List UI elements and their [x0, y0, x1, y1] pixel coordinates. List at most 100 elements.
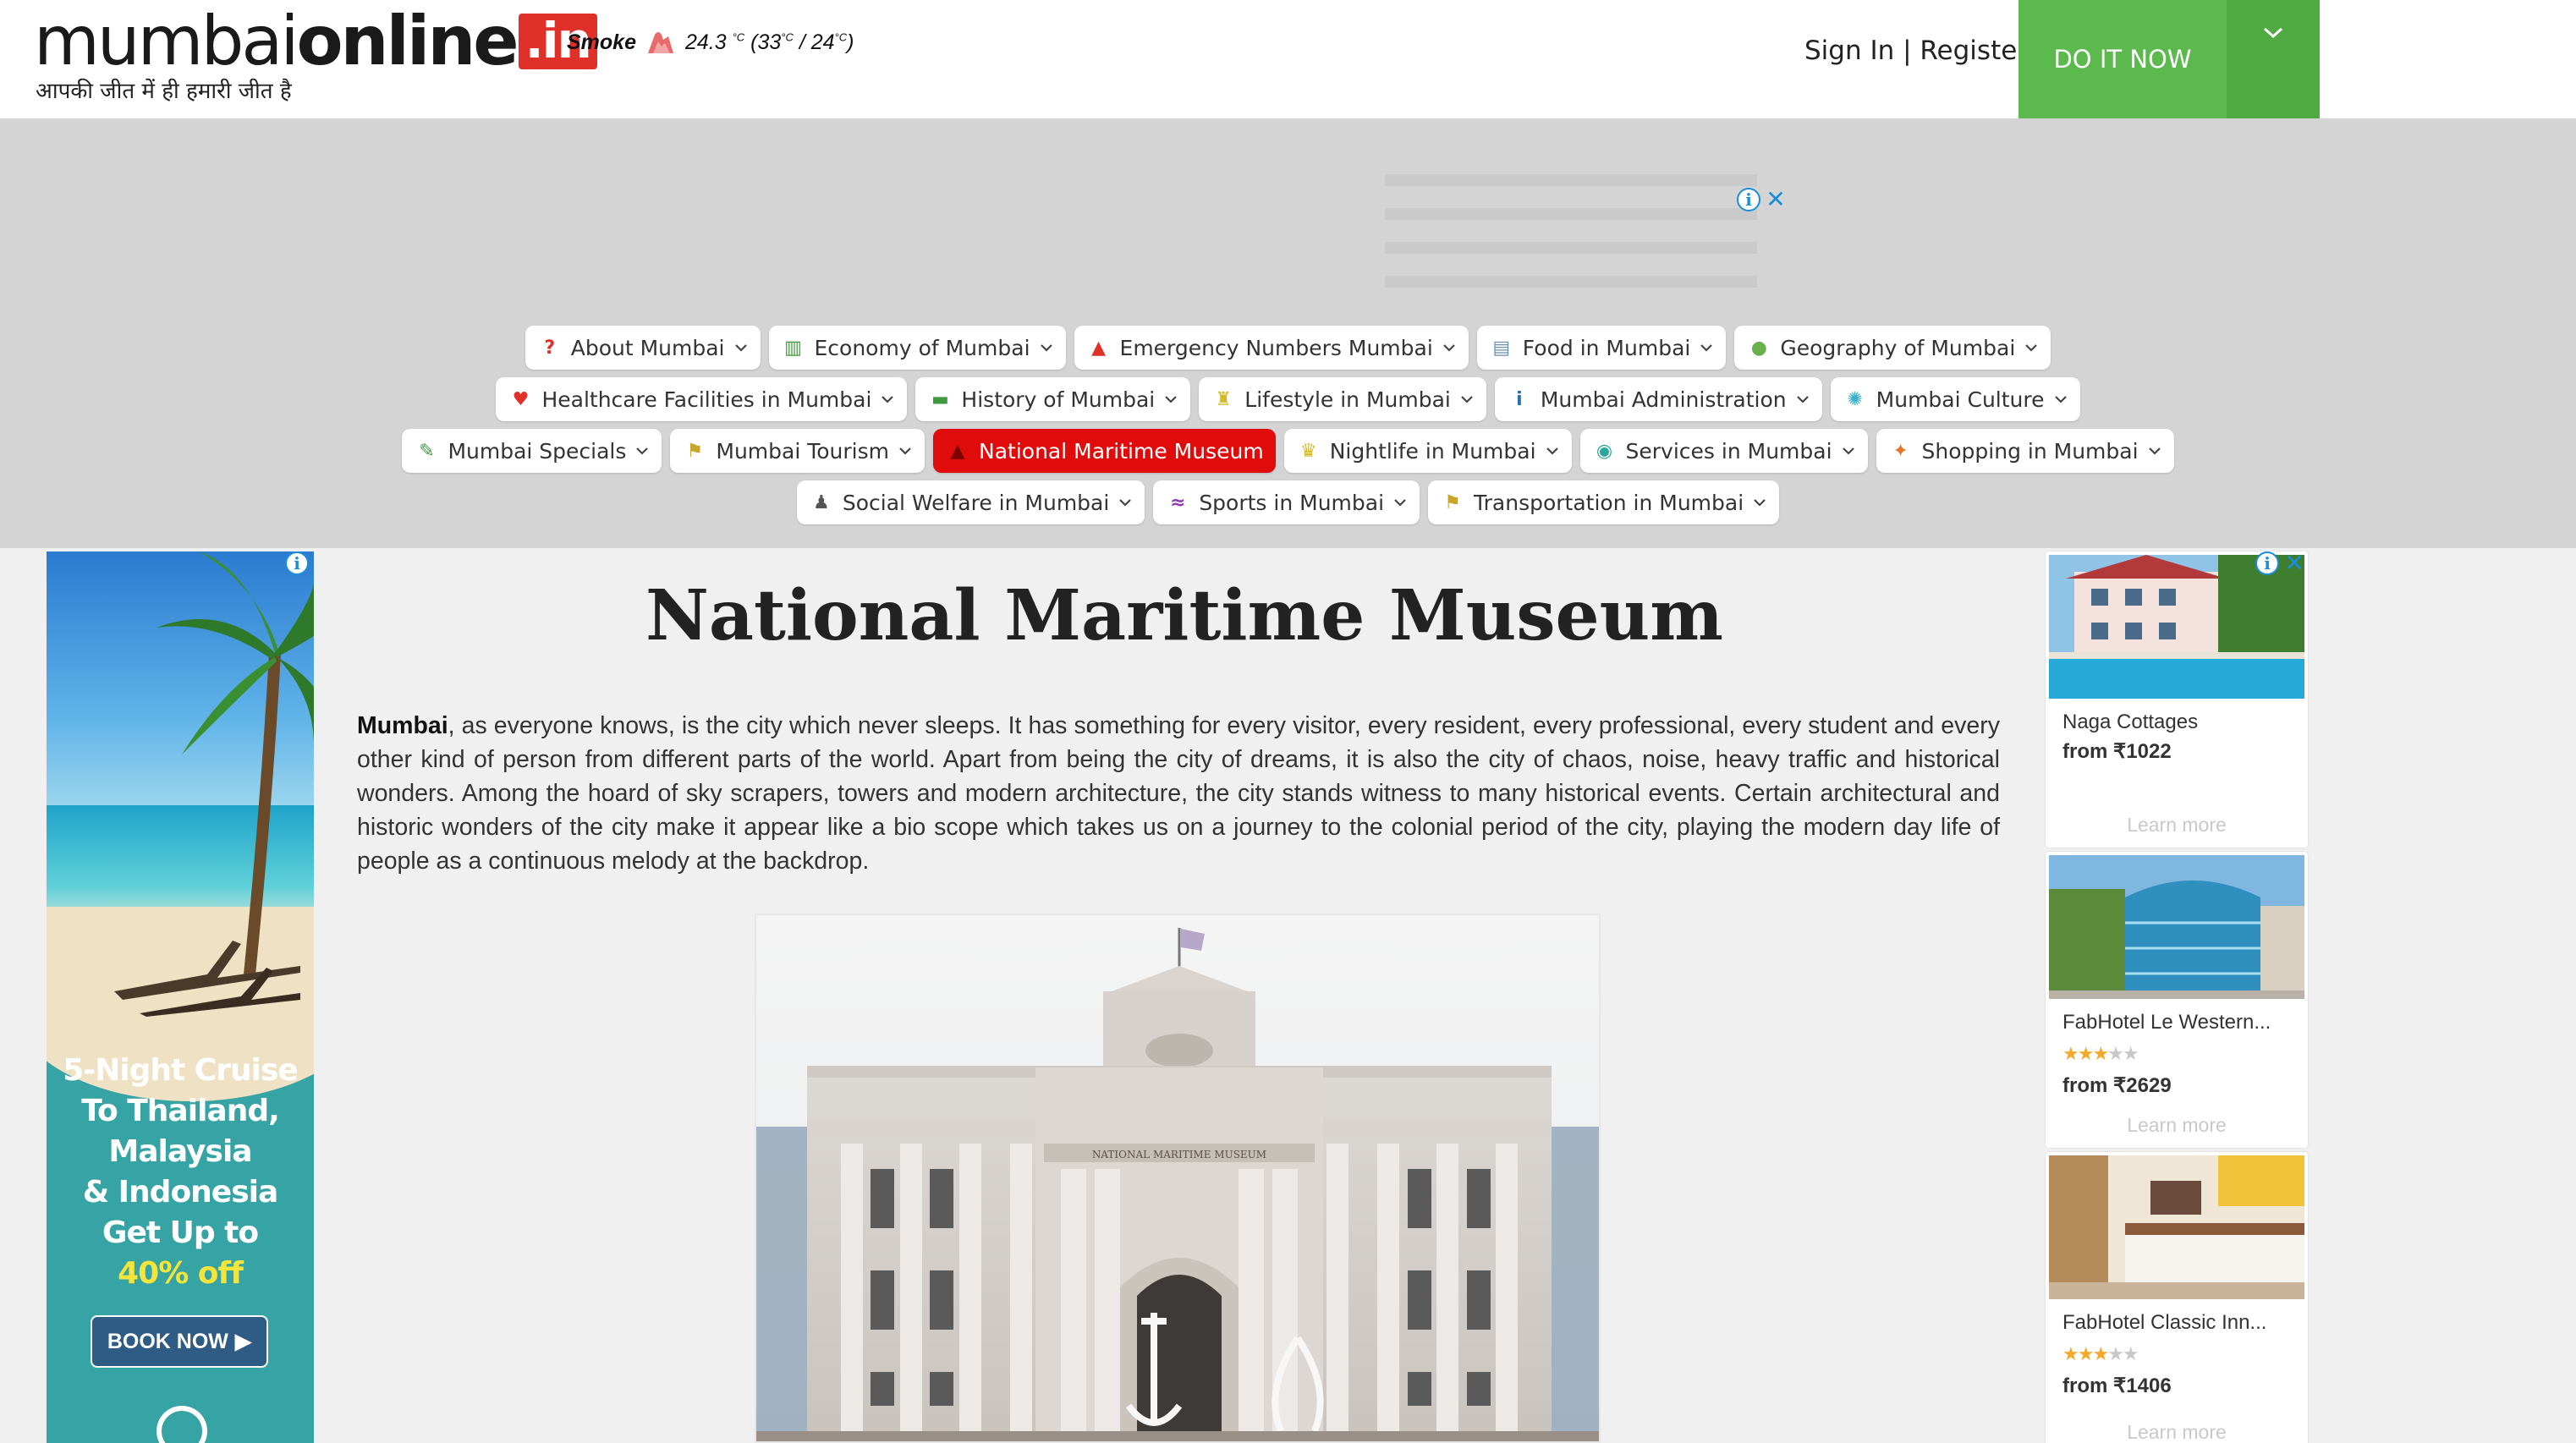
bell-icon: ▲: [950, 440, 965, 462]
nav-item-label: Shopping in Mumbai: [1921, 438, 2139, 464]
nav-item-nightlife-in-mumbai[interactable]: ♛ Nightlife in Mumbai: [1283, 429, 1572, 473]
museum-building-illustration: NATIONAL MARITIME MUSEUM: [756, 915, 1599, 1441]
shopping-icon: ✦: [1892, 440, 1909, 462]
question-icon: ?: [544, 337, 556, 359]
chevron-down-icon: [1546, 447, 1558, 455]
chevron-down-icon: [1754, 499, 1766, 507]
chevron-down-icon: [1796, 396, 1809, 403]
nav-item-label: Food in Mumbai: [1522, 335, 1691, 360]
swim-icon: ≈: [1170, 491, 1186, 513]
book-now-button[interactable]: BOOK NOW ▶: [91, 1315, 268, 1368]
chevron-down-icon: [636, 447, 649, 455]
right-hotel-ads: Naga Cottages from ₹1022 Learn more FabH…: [2046, 551, 2308, 1443]
chevron-down-icon: [1842, 447, 1854, 455]
museum-photo: NATIONAL MARITIME MUSEUM: [755, 914, 1601, 1443]
signpost-icon: ⚑: [686, 440, 704, 462]
nav-item-label: About Mumbai: [570, 335, 725, 360]
hotel-ad-card[interactable]: FabHotel Classic Inn... ★★★★★ from ₹1406…: [2046, 1152, 2308, 1443]
nav-item-social-welfare-in-mumbai[interactable]: ♟ Social Welfare in Mumbai: [796, 480, 1145, 524]
nav-item-shopping-in-mumbai[interactable]: ✦ Shopping in Mumbai: [1876, 429, 2174, 473]
cta-dropdown-toggle[interactable]: [2227, 0, 2320, 118]
left-skyscraper-ad[interactable]: 5-Night Cruise To Thailand, Malaysia & I…: [47, 551, 314, 1443]
left-ad-badges: i: [285, 551, 309, 575]
nav-item-label: Mumbai Culture: [1876, 387, 2045, 412]
signin-register-link[interactable]: Sign In | Register: [1804, 36, 2028, 66]
nav-item-label: Lifestyle in Mumbai: [1244, 387, 1451, 412]
nav-item-label: Mumbai Administration: [1540, 387, 1787, 412]
nav-item-mumbai-tourism[interactable]: ⚑ Mumbai Tourism: [670, 429, 925, 473]
nav-item-food-in-mumbai[interactable]: ▤ Food in Mumbai: [1476, 326, 1727, 370]
nav-row: ? About Mumbai ▥ Economy of Mumbai ▲ Emergenc…: [0, 326, 2576, 370]
ad-line: & Indonesia: [82, 1175, 279, 1210]
hotel-rating-stars: ★★★★★: [2062, 1043, 2139, 1064]
learn-more-link[interactable]: Learn more: [2046, 814, 2308, 837]
hotel-photo: [2049, 555, 2304, 699]
nav-item-economy-of-mumbai[interactable]: ▥ Economy of Mumbai: [768, 326, 1066, 370]
nav-item-mumbai-specials[interactable]: ✎ Mumbai Specials: [402, 429, 662, 473]
nav-item-about-mumbai[interactable]: ? About Mumbai: [525, 326, 761, 370]
right-ad-badges: i ✕: [2255, 551, 2306, 575]
nav-item-national-maritime-museum[interactable]: ▲ National Maritime Museum: [933, 429, 1276, 473]
ad-info-icon[interactable]: i: [1737, 188, 1760, 211]
hotel-price: from ₹2629: [2062, 1074, 2172, 1097]
nav-item-label: Geography of Mumbai: [1780, 335, 2016, 360]
nav-item-label: Nightlife in Mumbai: [1329, 438, 1536, 464]
ad-line: 5-Night Cruise: [63, 1053, 299, 1088]
nav-row: ♥ Healthcare Facilities in Mumbai ▬ History…: [0, 377, 2576, 421]
weather-unit: °C: [732, 30, 745, 44]
hotel-ad-card[interactable]: FabHotel Le Western... ★★★★★ from ₹2629 …: [2046, 852, 2308, 1148]
ad-close-icon[interactable]: ✕: [1764, 188, 1788, 211]
learn-more-link[interactable]: Learn more: [2046, 1421, 2308, 1443]
book-icon: ▬: [931, 388, 949, 410]
article-lead-text: , as everyone knows, is the city which n…: [357, 712, 2000, 875]
chevron-down-icon: [882, 396, 894, 403]
chevron-down-icon: [1119, 499, 1132, 507]
palm-tree-illustration: [157, 551, 314, 974]
nav-item-mumbai-administration[interactable]: i Mumbai Administration: [1494, 377, 1822, 421]
wand-icon: ✎: [419, 440, 435, 462]
learn-more-link[interactable]: Learn more: [2046, 1114, 2308, 1137]
heart-icon: ♥: [512, 388, 530, 410]
nav-item-services-in-mumbai[interactable]: ◉ Services in Mumbai: [1579, 429, 1868, 473]
siren-icon: ▲: [1091, 337, 1106, 359]
lifestyle-icon: ♜: [1215, 388, 1233, 410]
nav-item-lifestyle-in-mumbai[interactable]: ♜ Lifestyle in Mumbai: [1199, 377, 1486, 421]
category-pills: ? About Mumbai ▥ Economy of Mumbai ▲ Emergenc…: [0, 326, 2576, 532]
nav-item-emergency-numbers-mumbai[interactable]: ▲ Emergency Numbers Mumbai: [1074, 326, 1469, 370]
ad-close-icon[interactable]: ✕: [2282, 551, 2306, 575]
ad-line: Malaysia: [108, 1134, 252, 1169]
weather-widget: Smoke 24.3 °C (33°C / 24°C): [567, 25, 854, 59]
article-intro: Mumbai, as everyone knows, is the city w…: [357, 709, 2000, 878]
site-header: mumbaionline .in आपकी जीत में ही हमारी जी…: [0, 0, 2576, 118]
nav-item-label: Services in Mumbai: [1625, 438, 1832, 464]
chevron-down-icon: [1040, 344, 1052, 352]
nav-item-history-of-mumbai[interactable]: ▬ History of Mumbai: [915, 377, 1191, 421]
person-icon: ♟: [812, 491, 830, 513]
nav-row: ✎ Mumbai Specials ⚑ Mumbai Tourism ▲ National…: [0, 429, 2576, 473]
nav-item-mumbai-culture[interactable]: ✺ Mumbai Culture: [1830, 377, 2080, 421]
nav-item-label: Emergency Numbers Mumbai: [1119, 335, 1433, 360]
site-logo[interactable]: mumbaionline .in: [34, 3, 597, 80]
hotel-ad-card[interactable]: Naga Cottages from ₹1022 Learn more: [2046, 551, 2308, 848]
beach-lounger-illustration: [114, 941, 300, 1017]
chevron-down-icon: [2025, 344, 2038, 352]
top-ad-slot[interactable]: i ✕: [1376, 152, 1791, 305]
hotel-name: Naga Cottages: [2062, 711, 2199, 733]
nav-item-label: History of Mumbai: [961, 387, 1156, 412]
nav-item-healthcare-facilities-in-mumbai[interactable]: ♥ Healthcare Facilities in Mumbai: [496, 377, 908, 421]
nav-item-transportation-in-mumbai[interactable]: ⚑ Transportation in Mumbai: [1428, 480, 1780, 524]
hotel-rating-stars: ★★★★★: [2062, 1343, 2139, 1364]
nav-item-label: National Maritime Museum: [979, 438, 1264, 464]
nav-item-geography-of-mumbai[interactable]: ● Geography of Mumbai: [1734, 326, 2051, 370]
museum-sign-text: NATIONAL MARITIME MUSEUM: [1092, 1149, 1266, 1160]
article-lead-bold: Mumbai: [357, 712, 448, 739]
ad-badges: i ✕: [1737, 188, 1788, 211]
hotel-name: FabHotel Classic Inn...: [2062, 1311, 2267, 1334]
ad-info-icon[interactable]: i: [2255, 551, 2279, 575]
weather-unit: °C: [834, 30, 848, 44]
globe-icon: ●: [1750, 337, 1767, 359]
ad-info-icon[interactable]: i: [285, 551, 309, 575]
nav-item-label: Healthcare Facilities in Mumbai: [541, 387, 872, 412]
nav-item-sports-in-mumbai[interactable]: ≈ Sports in Mumbai: [1153, 480, 1420, 524]
do-it-now-button[interactable]: DO IT NOW: [2019, 0, 2227, 118]
